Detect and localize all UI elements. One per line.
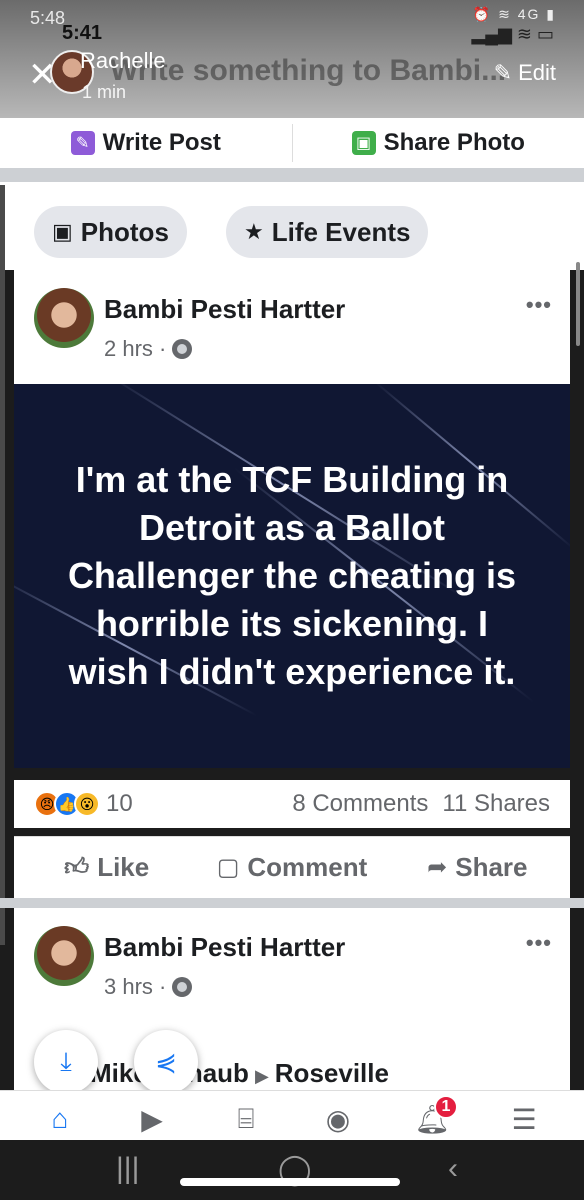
write-post-label: Write Post	[102, 129, 221, 156]
author-avatar[interactable]	[34, 288, 94, 348]
reactions-summary[interactable]: 😠 👍 😮 10	[34, 790, 133, 818]
like-button[interactable]: 👍︎ Like	[14, 852, 199, 883]
story-time: 1 min	[82, 82, 127, 102]
comments-shares: 8 Comments 11 Shares	[292, 790, 550, 818]
share-label: Share	[455, 852, 528, 882]
write-post-button[interactable]: ✎ Write Post	[0, 129, 292, 157]
post-time[interactable]: 2 hrs ·	[104, 336, 166, 362]
comment-icon: ▢	[216, 854, 240, 881]
edit-label: Edit	[518, 60, 556, 85]
wifi-battery-icon: ▂▄▆ ≋ ▭	[471, 24, 554, 44]
share-photo-label: Share Photo	[383, 129, 525, 156]
photo-icon: ▣	[351, 131, 376, 155]
recents-icon[interactable]: |||	[116, 1152, 139, 1186]
download-icon: ⤓	[60, 1046, 72, 1076]
notifications-icon[interactable]: 🔔︎ 1	[406, 1095, 458, 1137]
post-actions: 👍︎ Like ▢ Comment ➦ Share	[14, 836, 570, 898]
life-events-chip-label: Life Events	[271, 216, 411, 247]
status-icons: ⏰ ≋ 4G ▮	[472, 6, 556, 22]
life-events-chip[interactable]: ★ Life Events	[226, 206, 429, 258]
notification-badge: 1	[434, 1095, 458, 1119]
post-meta: 2 hrs ·	[104, 336, 193, 362]
share-photo-button[interactable]: ▣ Share Photo	[293, 129, 584, 157]
star-flag-icon: ★	[244, 219, 264, 244]
share-nodes-icon: ⋞	[155, 1046, 177, 1077]
watch-icon[interactable]: ▶	[126, 1101, 178, 1137]
scrollbar[interactable]	[576, 262, 580, 346]
shared-to[interactable]: Roseville	[275, 1058, 389, 1088]
photos-icon: ▣	[52, 219, 73, 244]
more-options-icon[interactable]: •••	[526, 292, 552, 318]
post-meta: 3 hrs ·	[104, 974, 193, 1000]
post-image-text: I'm at the TCF Building in Detroit as a …	[67, 459, 517, 692]
like-label: Like	[97, 852, 150, 882]
write-icon: ✎	[70, 131, 95, 155]
photos-chip[interactable]: ▣ Photos	[34, 206, 187, 258]
menu-icon[interactable]: ☰	[498, 1101, 550, 1137]
post-author[interactable]: Bambi Pesti Hartter	[104, 932, 345, 963]
home-icon[interactable]: ⌂	[34, 1101, 86, 1137]
globe-icon	[172, 339, 193, 359]
more-options-icon[interactable]: •••	[526, 930, 552, 956]
reaction-count: 10	[106, 790, 133, 817]
network-label: 4G	[517, 6, 541, 22]
arrow-right-icon: ▶	[254, 1066, 269, 1086]
author-avatar[interactable]	[34, 926, 94, 986]
pencil-icon: ✎	[493, 60, 513, 85]
bottom-tab-bar: ⌂ ▶ ⌸ ◉ 🔔︎ 1 ☰	[0, 1090, 584, 1140]
home-indicator[interactable]	[180, 1178, 400, 1186]
shares-count[interactable]: 11 Shares	[442, 790, 550, 817]
section-separator	[0, 168, 584, 182]
post-stats: 😠 👍 😮 10 8 Comments 11 Shares	[14, 780, 570, 828]
post-image[interactable]: I'm at the TCF Building in Detroit as a …	[14, 384, 570, 768]
system-navigation: ||| ◯ ‹	[0, 1140, 584, 1200]
inner-status-time: 5:41	[62, 22, 103, 44]
section-separator	[0, 898, 584, 908]
wow-reaction-icon: 😮	[74, 791, 100, 817]
globe-icon	[172, 977, 193, 997]
share-arrow-icon: ➦	[427, 854, 448, 881]
story-header: 5:48 5:41 ⏰ ≋ 4G ▮ ▂▄▆ ≋ ▭ Write somethi…	[0, 0, 584, 120]
composer-prompt: Write something to Bambi...	[110, 54, 507, 87]
post-author[interactable]: Bambi Pesti Hartter	[104, 294, 345, 325]
composer-actions: ✎ Write Post ▣ Share Photo	[0, 118, 584, 168]
download-button[interactable]: ⤓	[34, 1030, 98, 1094]
post-time[interactable]: 3 hrs ·	[104, 974, 166, 1000]
profile-chips: ▣ Photos ★ Life Events	[0, 182, 584, 270]
share-fab-button[interactable]: ⋞	[134, 1030, 198, 1094]
outer-status-time: 5:48	[30, 8, 66, 28]
comment-button[interactable]: ▢ Comment	[199, 852, 384, 883]
thumbs-up-icon: 👍︎	[64, 853, 90, 881]
groups-icon[interactable]: ◉	[312, 1101, 364, 1137]
left-edge	[0, 185, 5, 945]
share-button[interactable]: ➦ Share	[385, 852, 570, 883]
marketplace-icon[interactable]: ⌸	[220, 1101, 272, 1137]
photos-chip-label: Photos	[80, 216, 169, 247]
back-icon[interactable]: ‹	[448, 1152, 458, 1186]
story-author-name: Rachelle	[80, 48, 166, 73]
edit-button[interactable]: ✎ Edit	[494, 60, 556, 86]
comment-label: Comment	[247, 852, 368, 882]
comments-count[interactable]: 8 Comments	[292, 790, 428, 817]
post-header: Bambi Pesti Hartter 2 hrs · •••	[14, 270, 570, 384]
